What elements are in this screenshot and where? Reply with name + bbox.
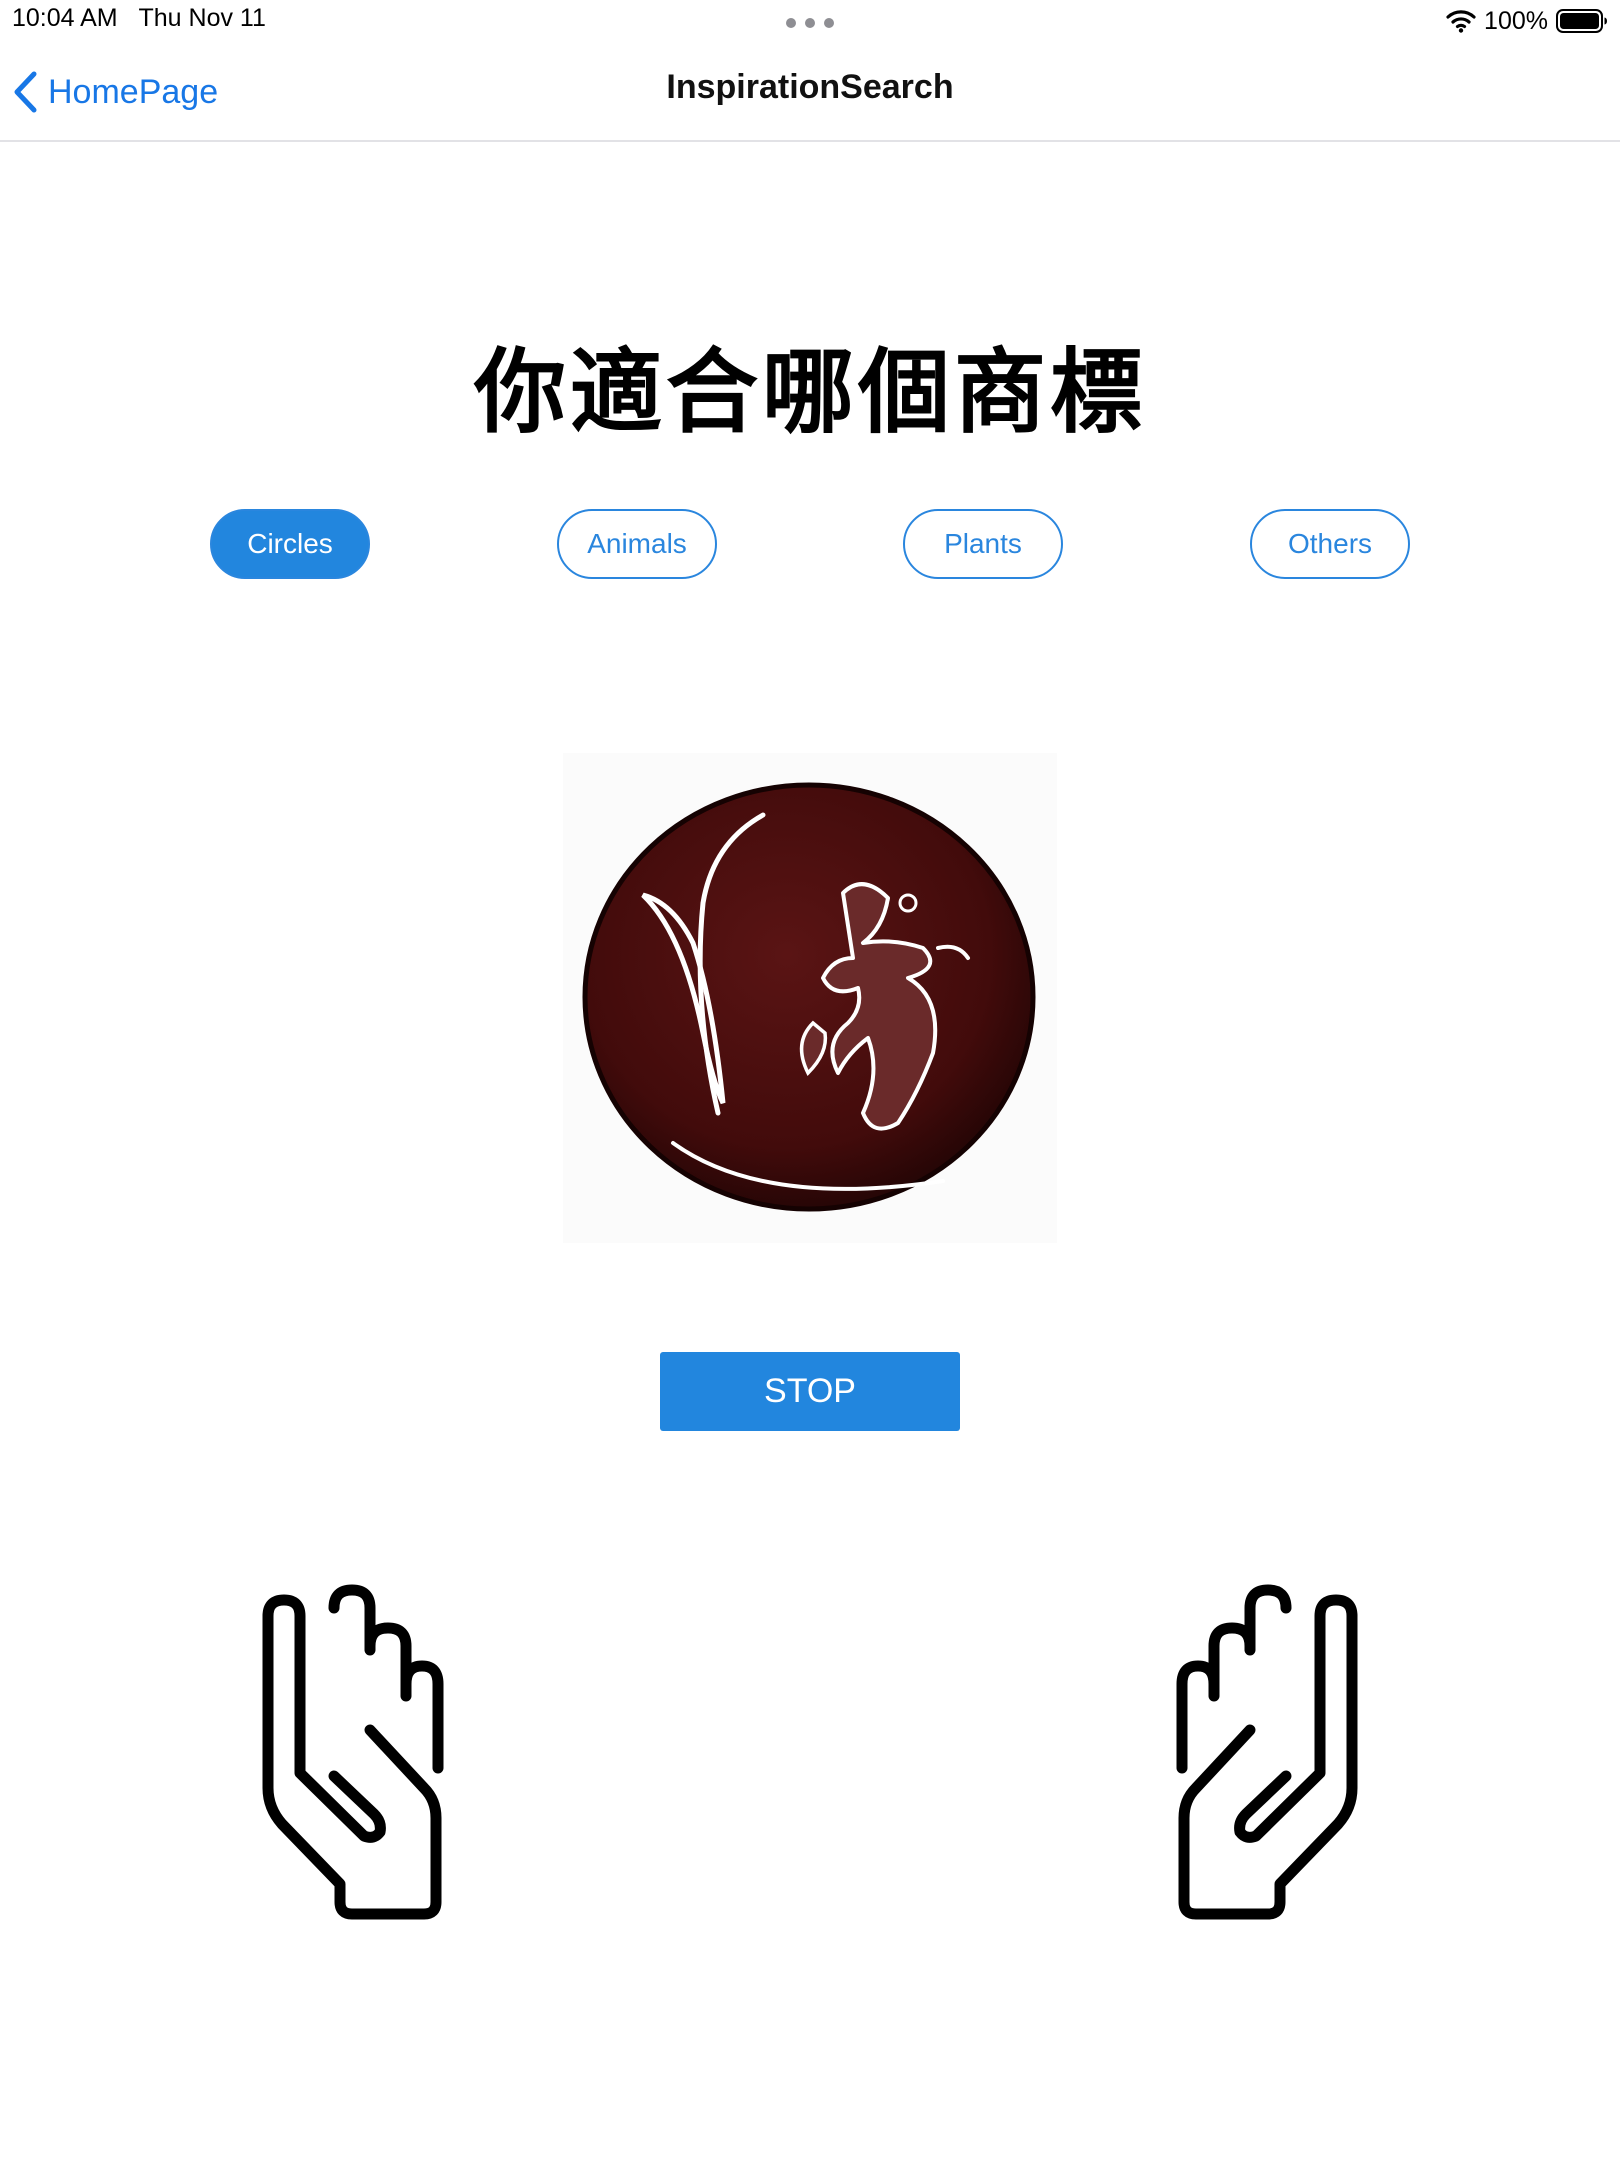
- logo-image-container: [563, 753, 1057, 1243]
- left-hand-icon[interactable]: [254, 1578, 454, 1926]
- back-button[interactable]: HomePage: [12, 68, 218, 116]
- status-clock: 10:04 AM: [12, 4, 118, 32]
- chevron-left-icon: [14, 71, 37, 113]
- multitasking-dots-icon[interactable]: [786, 18, 834, 30]
- category-others[interactable]: Others: [1250, 509, 1410, 579]
- navigation-bar: InspirationSearch HomePage: [0, 46, 1620, 142]
- category-circles[interactable]: Circles: [210, 509, 370, 579]
- page-heading: 你適合哪個商標: [473, 342, 1146, 444]
- battery-percent: 100%: [1484, 6, 1548, 35]
- back-button-label: HomePage: [48, 72, 219, 111]
- circular-logo-image: [582, 782, 1036, 1212]
- battery-icon: [1556, 9, 1607, 33]
- category-plants[interactable]: Plants: [903, 509, 1063, 579]
- category-animals[interactable]: Animals: [557, 509, 717, 579]
- status-date: Thu Nov 11: [138, 4, 266, 32]
- status-time: 10:04 AM Thu Nov 11: [12, 4, 266, 33]
- nav-title: InspirationSearch: [666, 68, 954, 106]
- stop-button[interactable]: STOP: [660, 1352, 960, 1431]
- status-right: 100%: [1446, 2, 1608, 40]
- right-hand-icon[interactable]: [1166, 1578, 1366, 1926]
- wifi-icon: [1446, 10, 1476, 33]
